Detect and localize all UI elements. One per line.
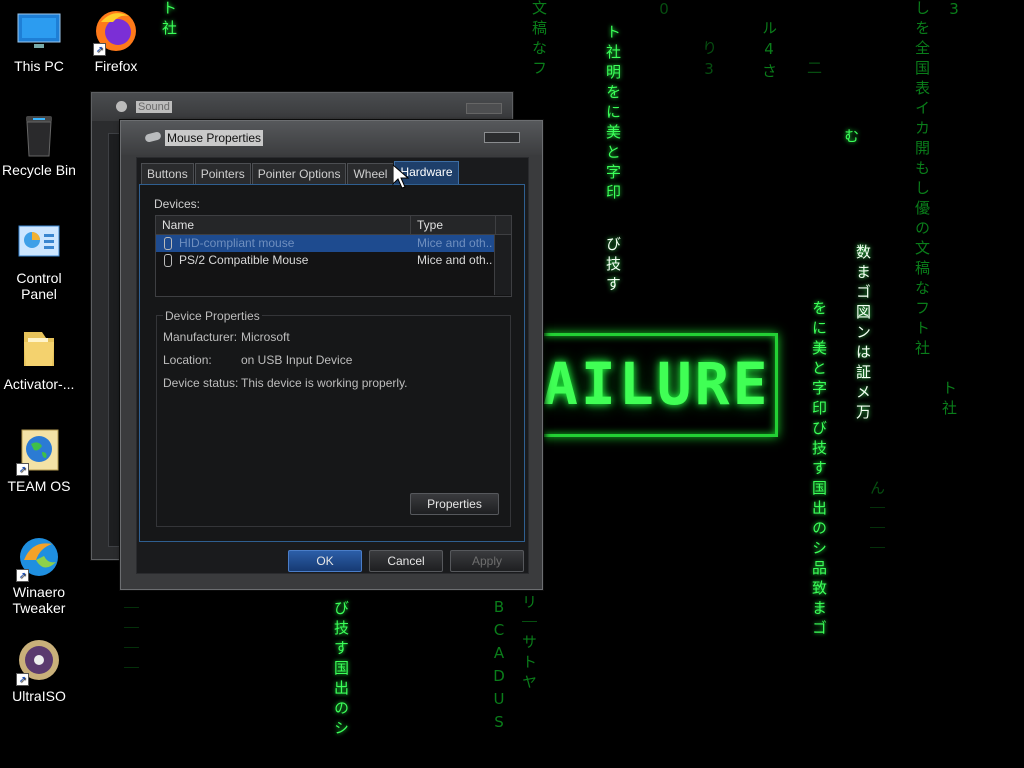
failure-sign: AILURE [536, 333, 778, 437]
device-name: PS/2 Compatible Mouse [179, 253, 309, 267]
matrix-column: 数まゴ図ンは証メ万 [854, 244, 872, 424]
device-properties-title: Device Properties [163, 309, 262, 323]
mouse-device-icon [164, 254, 172, 267]
shortcut-arrow-icon: ➚ [93, 43, 106, 56]
hardware-panel: Devices: Name Type HID-compliant mouse M… [139, 184, 525, 542]
matrix-column: 二 [805, 60, 823, 80]
device-properties-group: Device Properties Manufacturer: Microsof… [156, 309, 511, 527]
devices-list-header: Name Type [156, 216, 511, 235]
desktop-icon-label: Winaero Tweaker [12, 584, 66, 616]
shortcut-arrow-icon: ➚ [16, 463, 29, 476]
computer-icon [16, 8, 62, 54]
tab-wheel[interactable]: Wheel [347, 163, 394, 184]
location-value: on USB Input Device [241, 353, 353, 367]
matrix-column: 文稿なフ [530, 0, 548, 80]
device-type: Mice and oth... [417, 236, 492, 250]
desktop-icon-label: Recycle Bin [2, 162, 76, 178]
matrix-column: しを全国表イカ開もし優の文稿なフト社 [913, 0, 931, 360]
mouse-properties-dialog: Mouse Properties Buttons Pointers Pointe… [120, 120, 543, 590]
desktop-icon-recycle-bin[interactable]: Recycle Bin [1, 112, 77, 178]
cancel-button[interactable]: Cancel [369, 550, 443, 572]
devices-label: Devices: [154, 197, 201, 211]
recycle-bin-icon [16, 112, 62, 158]
column-header-type[interactable]: Type [411, 216, 496, 234]
desktop-icon-label: Control Panel [16, 270, 62, 302]
location-label: Location: [163, 353, 212, 367]
close-button[interactable] [484, 132, 520, 143]
matrix-column: をに美と字印び技す国出のシ品致まゴ [810, 300, 828, 640]
manufacturer-label: Manufacturer: [163, 330, 238, 344]
device-row[interactable]: HID-compliant mouse Mice and oth... [156, 235, 511, 252]
shortcut-arrow-icon: ➚ [16, 673, 29, 686]
desktop-icon-this-pc[interactable]: This PC [1, 8, 77, 74]
tab-buttons[interactable]: Buttons [141, 163, 194, 184]
folder-icon [16, 326, 62, 372]
matrix-column: り3 [700, 40, 718, 83]
tab-pointer-options[interactable]: Pointer Options [251, 163, 347, 184]
matrix-column: BCADUS [490, 598, 508, 736]
desktop-icon-firefox[interactable]: ➚ Firefox [78, 8, 154, 74]
globe-icon: ➚ [16, 428, 62, 476]
desktop-icon-control-panel[interactable]: Control Panel [1, 220, 77, 302]
control-panel-icon [16, 220, 62, 266]
properties-button[interactable]: Properties [410, 493, 499, 515]
firefox-icon: ➚ [93, 8, 139, 56]
tab-pointers[interactable]: Pointers [194, 163, 251, 184]
dialog-title: Mouse Properties [165, 130, 264, 146]
devices-scrollbar[interactable] [494, 235, 511, 295]
device-type: Mice and oth... [417, 253, 492, 267]
mouse-cursor-icon [392, 163, 410, 193]
device-name: HID-compliant mouse [179, 236, 295, 250]
desktop-icon-team-os[interactable]: ➚ TEAM OS [1, 428, 77, 494]
matrix-column: ト社 [160, 0, 178, 40]
tab-strip: Buttons Pointers Pointer Options Wheel H… [141, 161, 460, 185]
matrix-column: 3 [945, 0, 963, 23]
matrix-column: リ｜サトヤ [520, 594, 538, 694]
ok-button[interactable]: OK [288, 550, 362, 572]
matrix-column: ん｜｜｜ [868, 480, 886, 560]
desktop-icon-label: Firefox [94, 58, 138, 74]
matrix-column: び技す [604, 236, 622, 296]
desktop-icon-activator[interactable]: Activator-... [1, 326, 77, 392]
device-row[interactable]: PS/2 Compatible Mouse Mice and oth... [156, 252, 511, 269]
desktop-icon-label: UltraISO [12, 688, 66, 704]
desktop-icon-winaero[interactable]: ➚ Winaero Tweaker [1, 534, 77, 616]
matrix-column: ｜｜｜｜ [122, 600, 140, 680]
matrix-column: ト社明をに美と字印 [604, 24, 622, 204]
sound-window-title: Sound [136, 101, 172, 113]
manufacturer-value: Microsoft [241, 330, 290, 344]
device-status-label: Device status: [163, 376, 239, 390]
desktop-icon-ultraiso[interactable]: ➚ UltraISO [1, 638, 77, 704]
apply-button[interactable]: Apply [450, 550, 524, 572]
devices-list[interactable]: Name Type HID-compliant mouse Mice and o… [155, 215, 512, 297]
speaker-icon [116, 101, 127, 112]
matrix-column: び技す国出のシ [332, 600, 350, 740]
desktop-icon-label: TEAM OS [7, 478, 71, 494]
sound-close-button[interactable] [466, 103, 502, 114]
mouse-device-icon [164, 237, 172, 250]
shortcut-arrow-icon: ➚ [16, 569, 29, 582]
matrix-column: む [842, 128, 860, 148]
matrix-column: ル4さ [760, 20, 778, 83]
failure-text: AILURE [543, 350, 771, 418]
desktop-icon-label: Activator-... [3, 376, 75, 392]
device-status-value: This device is working properly. [241, 376, 408, 390]
matrix-column: 0 [655, 0, 673, 23]
winaero-icon: ➚ [16, 534, 62, 582]
matrix-column: ト社 [940, 380, 958, 420]
desktop-icon-label: This PC [14, 58, 64, 74]
disc-icon: ➚ [16, 638, 62, 686]
column-header-name[interactable]: Name [156, 216, 411, 234]
